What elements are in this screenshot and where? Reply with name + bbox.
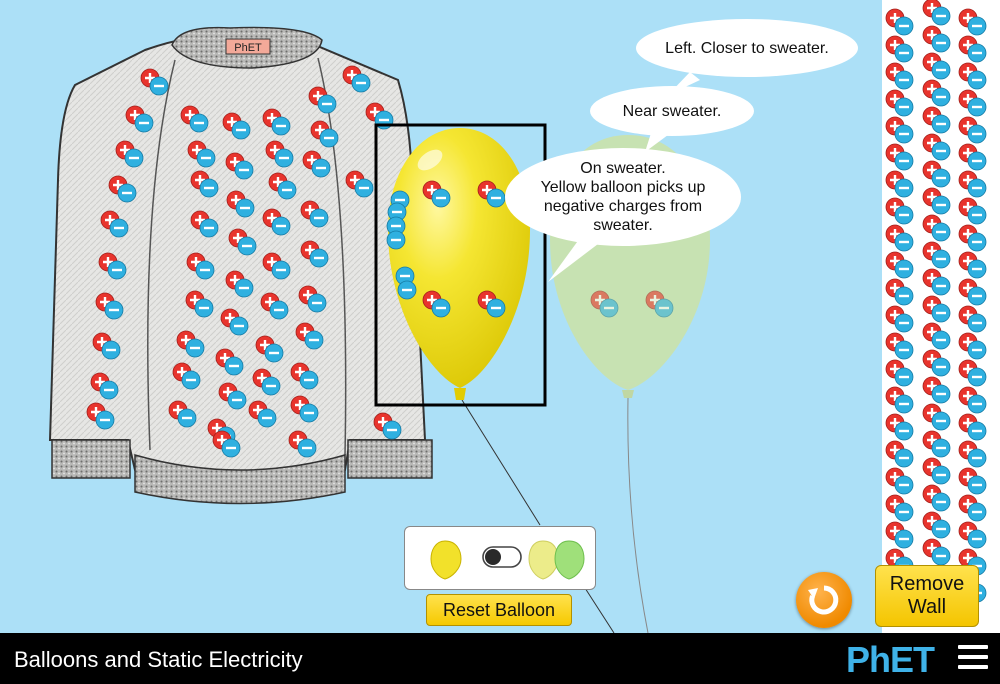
hamburger-menu-icon[interactable]: [958, 645, 988, 671]
speech-text: Left. Closer to sweater.: [665, 39, 829, 57]
balloon-count-panel: [404, 526, 596, 590]
green-balloon-string: [627, 397, 649, 633]
two-balloons-icon: [528, 540, 585, 580]
navigation-bar: Balloons and Static Electricity PhET: [0, 633, 1000, 684]
reset-all-icon: [808, 585, 839, 615]
phet-logo[interactable]: PhET: [846, 639, 935, 680]
speech-text: Yellow balloon picks up: [540, 179, 706, 196]
two-balloons-toggle[interactable]: [482, 546, 522, 568]
play-area: PhET Left. Closer to sweater. Near sweat…: [0, 0, 1000, 633]
reset-balloon-button[interactable]: Reset Balloon: [426, 594, 572, 626]
reset-balloon-label: Reset Balloon: [442, 599, 556, 620]
speech-bubble-near: Near sweater.: [590, 86, 754, 136]
speech-text: Near sweater.: [622, 102, 722, 120]
remove-wall-button[interactable]: Remove Wall: [875, 565, 979, 627]
speech-bubble-on-sweater: On sweater. Yellow balloon picks up nega…: [505, 148, 741, 246]
remove-wall-label: Remove: [889, 573, 965, 595]
sweater-label: PhET: [234, 42, 262, 54]
speech-bubble-left-closer: Left. Closer to sweater.: [636, 19, 858, 77]
sim-title: Balloons and Static Electricity: [14, 647, 303, 672]
remove-wall-label: Wall: [907, 596, 947, 618]
speech-text: sweater.: [593, 217, 653, 234]
speech-text: On sweater.: [580, 160, 666, 177]
speech-text: negative charges from: [543, 198, 703, 215]
yellow-balloon-icon: [430, 540, 462, 580]
reset-all-button[interactable]: [796, 572, 852, 628]
